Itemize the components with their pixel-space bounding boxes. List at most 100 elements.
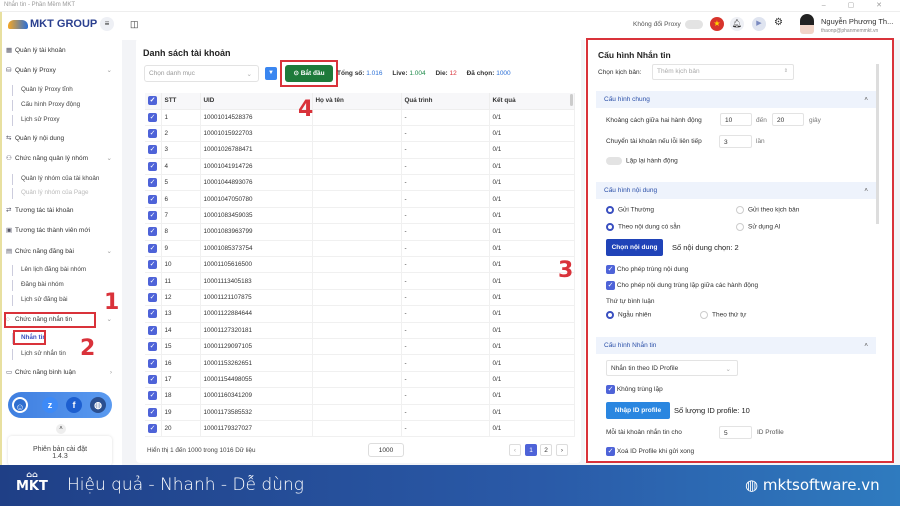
row-checkbox[interactable]: ✓ xyxy=(145,420,162,438)
next-page-button[interactable]: › xyxy=(556,444,568,456)
table-row[interactable]: ✓ 4 10001041914726 -0/1 xyxy=(145,158,575,176)
section-content-header[interactable]: Cấu hình nội dung ˄ xyxy=(596,182,876,199)
table-row[interactable]: ✓ 19 10001173585532 -0/1 xyxy=(145,404,575,421)
row-checkbox[interactable]: ✓ xyxy=(145,109,162,126)
table-row[interactable]: ✓ 5 10001044893076 -0/1 xyxy=(145,174,575,192)
table-row[interactable]: ✓ 16 10001153262651 -0/1 xyxy=(145,354,575,372)
sidebar-item-1[interactable]: ⛁ Quản lý Proxy ⌄ xyxy=(6,64,118,78)
col-progress[interactable]: Quá trình xyxy=(401,93,490,110)
table-row[interactable]: ✓ 18 10001160341209 -0/1 xyxy=(145,387,575,405)
table-row[interactable]: ✓ 3 10001026788471 -0/1 xyxy=(145,141,575,159)
row-checkbox[interactable]: ✓ xyxy=(145,387,162,405)
panel-scrollbar[interactable] xyxy=(876,64,879,224)
vietnam-flag-icon[interactable]: ★ xyxy=(710,17,724,31)
row-checkbox[interactable]: ✓ xyxy=(145,305,162,323)
sidebar-item-6[interactable]: ▤ Chức năng đăng bài ⌄ xyxy=(6,245,118,259)
sidebar-item-8[interactable]: ▭ Chức năng bình luận › xyxy=(6,366,118,380)
table-row[interactable]: ✓ 9 10001085373754 -0/1 xyxy=(145,240,575,258)
layout-toggle-icon[interactable]: ◫ xyxy=(130,19,139,30)
row-checkbox[interactable]: ✓ xyxy=(145,272,162,290)
section-message-header[interactable]: Cấu hình Nhắn tin ˄ xyxy=(596,337,876,354)
sidebar-subitem[interactable]: Quản lý nhóm của Page xyxy=(20,186,89,200)
row-checkbox[interactable]: ✓ xyxy=(145,207,162,225)
sidebar-item-5[interactable]: ▣ Tương tác thành viên mới xyxy=(6,224,118,238)
row-checkbox[interactable]: ✓ xyxy=(145,223,162,241)
play-icon[interactable]: ▶ xyxy=(752,17,766,31)
globe-icon[interactable]: ◍ xyxy=(90,397,106,413)
section-general-header[interactable]: Cấu hình chung ˄ xyxy=(596,91,876,108)
table-row[interactable]: ✓ 14 10001127320181 -0/1 xyxy=(145,322,575,339)
repeat-toggle[interactable] xyxy=(606,157,622,165)
table-row[interactable]: ✓ 7 10001083459035 -0/1 xyxy=(145,207,575,225)
sidebar-item-4[interactable]: ⇄ Tương tác tài khoản xyxy=(6,204,118,218)
category-select[interactable]: Chọn danh mục ⌄ xyxy=(144,65,259,82)
facebook-icon[interactable]: f xyxy=(66,397,82,413)
sidebar-subitem[interactable]: Quản lý nhóm của tài khoản xyxy=(20,172,99,186)
sidebar-subitem[interactable]: Lịch sử nhắn tin xyxy=(20,347,66,361)
filter-button[interactable]: ▼ xyxy=(265,67,277,80)
table-row[interactable]: ✓ 12 10001121107875 -0/1 xyxy=(145,289,575,307)
col-stt[interactable]: STT xyxy=(161,93,201,110)
settings-gear-icon[interactable]: ⚙ xyxy=(774,17,783,28)
radio-available-content[interactable]: Theo nội dung có sẵn xyxy=(606,223,681,231)
row-checkbox[interactable]: ✓ xyxy=(145,371,162,389)
page-2-button[interactable]: 2 xyxy=(540,444,552,456)
choose-content-button[interactable]: Chọn nội dung xyxy=(606,239,663,256)
import-id-profile-button[interactable]: Nhập ID profile xyxy=(606,402,670,419)
sidebar-subitem[interactable]: Lịch sử Proxy xyxy=(20,113,60,127)
table-row[interactable]: ✓ 15 10001129097105 -0/1 xyxy=(145,338,575,356)
bell-icon[interactable]: 🔔︎ xyxy=(730,17,744,31)
sidebar-subitem[interactable]: Đăng bài nhóm xyxy=(20,278,64,292)
col-result[interactable]: Kết quả xyxy=(489,93,575,110)
sidebar-subitem[interactable]: Cấu hình Proxy động xyxy=(20,98,80,112)
sidebar-subitem[interactable]: Lịch sử đăng bài xyxy=(20,293,68,307)
table-scrollbar[interactable] xyxy=(570,94,573,106)
table-row[interactable]: ✓ 8 10001083963799 -0/1 xyxy=(145,223,575,241)
collapse-up-icon[interactable]: ˄ xyxy=(56,424,66,434)
sidebar-item-2[interactable]: ⇆ Quản lý nội dung xyxy=(6,132,118,146)
row-checkbox[interactable]: ✓ xyxy=(145,141,162,159)
col-uid[interactable]: UID xyxy=(200,93,313,110)
proxy-toggle[interactable] xyxy=(685,20,703,29)
script-select[interactable]: Thêm kịch bản ⇕ xyxy=(652,64,794,80)
sidebar-item-0[interactable]: ▦ Quản lý tài khoản xyxy=(6,44,118,58)
row-checkbox[interactable]: ✓ xyxy=(145,190,162,208)
table-row[interactable]: ✓ 10 10001105616500-0/1 xyxy=(145,256,575,274)
delay-from-input[interactable]: 10 xyxy=(720,113,752,126)
radio-send-normal[interactable]: Gửi Thường xyxy=(606,206,654,214)
page-1-button[interactable]: 1 xyxy=(525,444,537,456)
delay-to-input[interactable]: 20 xyxy=(772,113,804,126)
table-row[interactable]: ✓ 6 10001047050780 -0/1 xyxy=(145,190,575,208)
page-size-select[interactable]: 1000 xyxy=(368,443,404,457)
allow-duplicate-checkbox[interactable]: ✓ Cho phép trùng nội dung xyxy=(606,265,688,274)
row-checkbox[interactable]: ✓ xyxy=(145,289,162,307)
row-checkbox[interactable]: ✓ xyxy=(145,354,162,372)
table-row[interactable]: ✓ 1 10001014528376 -0/1 xyxy=(145,109,575,126)
table-row[interactable]: ✓ 13 10001122884644 -0/1 xyxy=(145,305,575,323)
sidebar-subitem[interactable]: Lên lịch đăng bài nhóm xyxy=(20,263,86,277)
support-icon[interactable]: ☺ xyxy=(12,397,28,413)
table-row[interactable]: ✓ 17 10001154498055 -0/1 xyxy=(145,371,575,389)
row-checkbox[interactable]: ✓ xyxy=(145,174,162,192)
allow-duplicate-actions-checkbox[interactable]: ✓ Cho phép nội dung trùng lặp giữa các h… xyxy=(606,281,758,290)
window-controls[interactable]: – ▢ ✕ xyxy=(822,1,892,9)
sidebar-subitem[interactable]: Quản lý Proxy tĩnh xyxy=(20,83,73,97)
row-checkbox[interactable]: ✓ xyxy=(145,404,162,421)
menu-toggle-button[interactable]: ≡ xyxy=(100,17,114,31)
table-row[interactable]: ✓ 2 10001015922703 -0/1 xyxy=(145,125,575,143)
zalo-icon[interactable]: z xyxy=(42,397,58,413)
radio-send-script[interactable]: Gửi theo kịch bản xyxy=(736,206,799,214)
row-checkbox[interactable]: ✓ xyxy=(145,322,162,339)
per-account-input[interactable]: 5 xyxy=(719,426,752,439)
table-row[interactable]: ✓ 20 10001179327027 -0/1 xyxy=(145,420,575,438)
avatar[interactable] xyxy=(800,14,814,34)
radio-order-sequential[interactable]: Theo thứ tự xyxy=(700,311,746,319)
sidebar-item-3[interactable]: ⚇ Chức năng quản lý nhóm ⌄ xyxy=(6,152,118,166)
repeat-row[interactable]: Lặp lại hành động xyxy=(606,157,678,165)
delete-after-send-checkbox[interactable]: ✓ Xoá ID Profile khi gửi xong xyxy=(606,447,694,456)
row-checkbox[interactable]: ✓ xyxy=(145,256,162,274)
radio-order-random[interactable]: Ngẫu nhiên xyxy=(606,311,651,319)
col-name[interactable]: Họ và tên xyxy=(312,93,402,110)
table-row[interactable]: ✓ 11 10001113405183-0/1 xyxy=(145,272,575,290)
select-all-checkbox[interactable]: ✓ xyxy=(145,93,162,110)
